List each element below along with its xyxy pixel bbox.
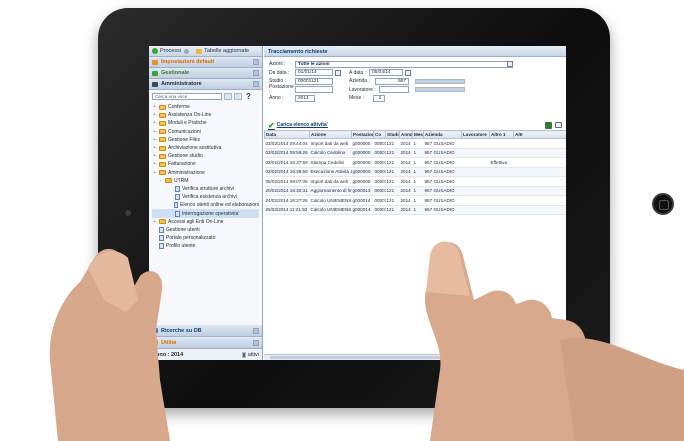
right-wrist [560,337,684,441]
hands-overlay [49,241,684,441]
